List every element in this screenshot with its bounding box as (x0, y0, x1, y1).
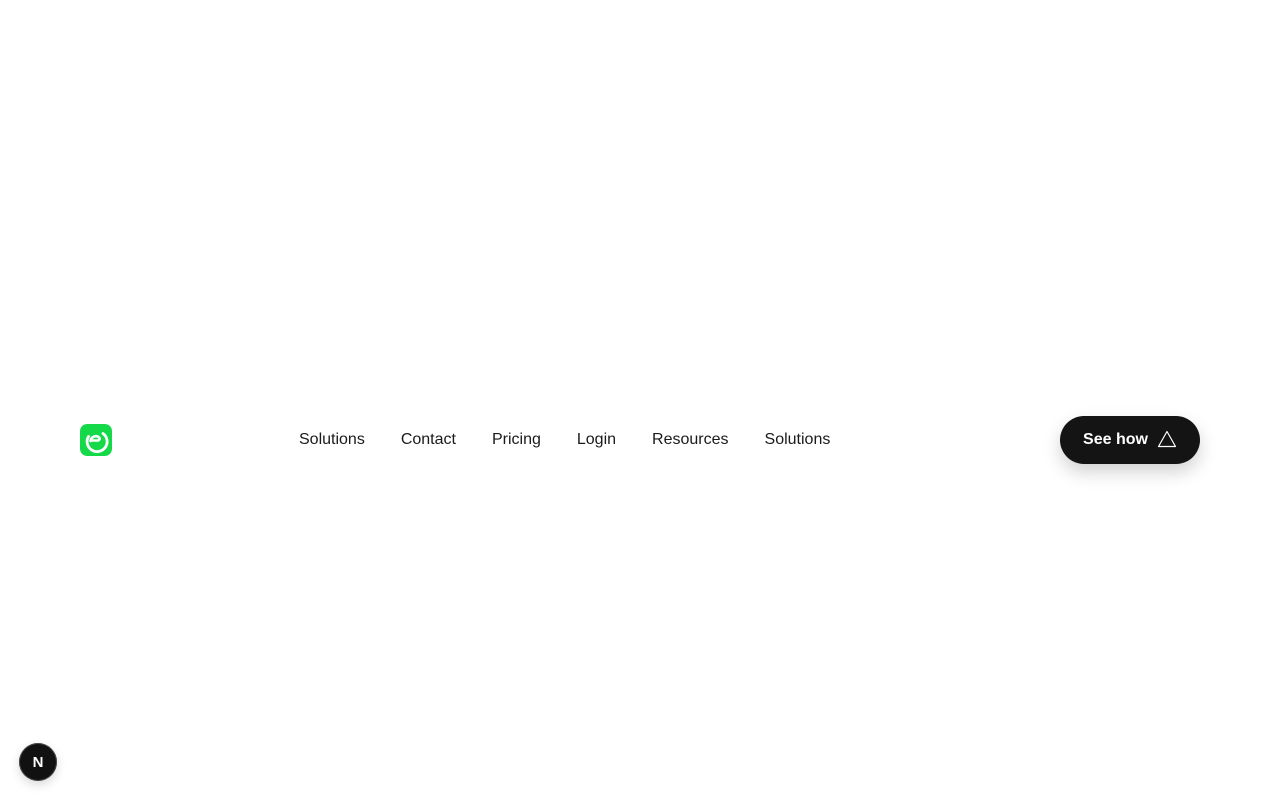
nav-links: Solutions Contact Pricing Login Resource… (299, 416, 830, 464)
page: Solutions Contact Pricing Login Resource… (0, 0, 1280, 800)
nav-link-login[interactable]: Login (577, 430, 616, 450)
nav-link-solutions-2[interactable]: Solutions (765, 430, 831, 450)
see-how-button[interactable]: See how (1060, 416, 1200, 464)
nav-link-pricing[interactable]: Pricing (492, 430, 541, 450)
see-how-label: See how (1083, 431, 1148, 448)
nav-link-solutions[interactable]: Solutions (299, 430, 365, 450)
nav-link-contact[interactable]: Contact (401, 430, 456, 450)
brand-logo-icon[interactable] (80, 424, 112, 456)
triangle-outline-icon (1157, 430, 1177, 447)
nav-link-resources[interactable]: Resources (652, 430, 728, 450)
navbar: Solutions Contact Pricing Login Resource… (80, 416, 1200, 464)
next-dev-indicator-icon[interactable]: N (19, 743, 57, 781)
